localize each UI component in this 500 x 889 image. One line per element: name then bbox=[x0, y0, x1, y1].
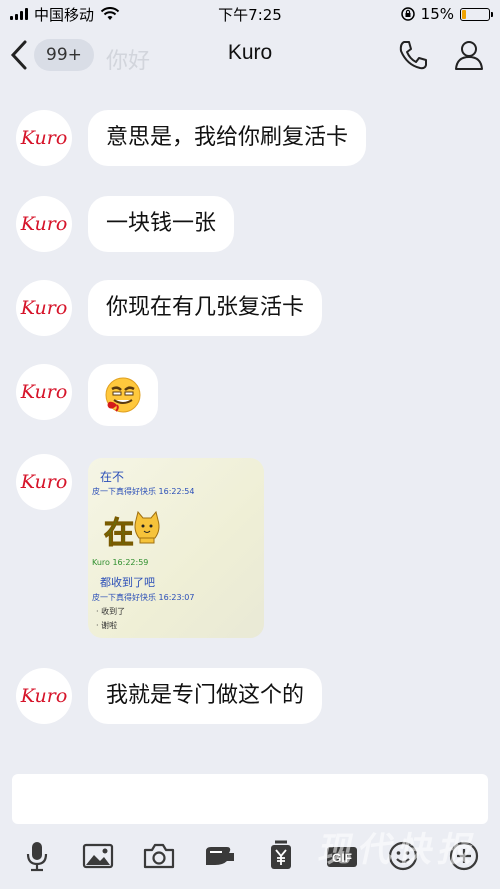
message-bubble[interactable]: 意思是，我给你刷复活卡 bbox=[88, 110, 367, 166]
input-area: GIF 现代快报 bbox=[0, 770, 500, 889]
avatar[interactable]: Kuro bbox=[16, 110, 72, 166]
watermark: 现代快报 bbox=[315, 830, 484, 870]
phone-call-icon[interactable] bbox=[396, 38, 430, 72]
clock: 下午7:25 bbox=[218, 5, 282, 24]
contact-profile-icon[interactable] bbox=[452, 38, 486, 72]
image-text: · 谢啦 bbox=[96, 621, 118, 630]
image-text: 都收到了吧 bbox=[100, 576, 155, 589]
message-bubble[interactable]: 我就是专门做这个的 bbox=[88, 668, 323, 724]
image-text: 皮一下真得好快乐 16:22:54 bbox=[92, 487, 195, 496]
message-bubble[interactable]: 一块钱一张 bbox=[88, 196, 235, 252]
avatar[interactable]: Kuro bbox=[16, 364, 72, 420]
camera-icon[interactable] bbox=[142, 839, 176, 873]
header-actions bbox=[396, 38, 486, 72]
picture-icon[interactable] bbox=[81, 839, 115, 873]
sticker-image: 在 bbox=[104, 506, 162, 552]
avatar[interactable]: Kuro bbox=[16, 454, 72, 510]
chat-header: 99+ 你好 Kuro bbox=[0, 28, 500, 86]
battery-icon bbox=[460, 7, 493, 21]
image-text: Kuro 16:22:59 bbox=[92, 558, 149, 567]
avatar[interactable]: Kuro bbox=[16, 280, 72, 336]
avatar[interactable]: Kuro bbox=[16, 196, 72, 252]
message-bubble[interactable]: 你现在有几张复活卡 bbox=[88, 280, 323, 336]
image-message-bubble[interactable]: 在不 皮一下真得好快乐 16:22:54 在 Kuro 16:22:59 都收到… bbox=[88, 458, 264, 638]
emoji-message-bubble[interactable] bbox=[88, 364, 158, 426]
message-input[interactable] bbox=[12, 774, 488, 824]
image-text: 在不 bbox=[100, 470, 125, 484]
red-packet-icon[interactable] bbox=[203, 839, 237, 873]
grimace-bleeding-emoji-icon bbox=[105, 377, 141, 413]
yuan-transfer-icon[interactable] bbox=[264, 839, 298, 873]
avatar[interactable]: Kuro bbox=[16, 668, 72, 724]
sticker-text: 在 bbox=[104, 516, 135, 552]
image-text: · 收到了 bbox=[96, 607, 126, 616]
cartoon-cat-icon bbox=[134, 510, 160, 544]
battery-level bbox=[462, 9, 466, 19]
microphone-icon[interactable] bbox=[20, 839, 54, 873]
image-text: 皮一下真得好快乐 16:23:07 bbox=[92, 593, 195, 602]
status-bar: 中国移动 下午7:25 15% bbox=[0, 0, 500, 28]
